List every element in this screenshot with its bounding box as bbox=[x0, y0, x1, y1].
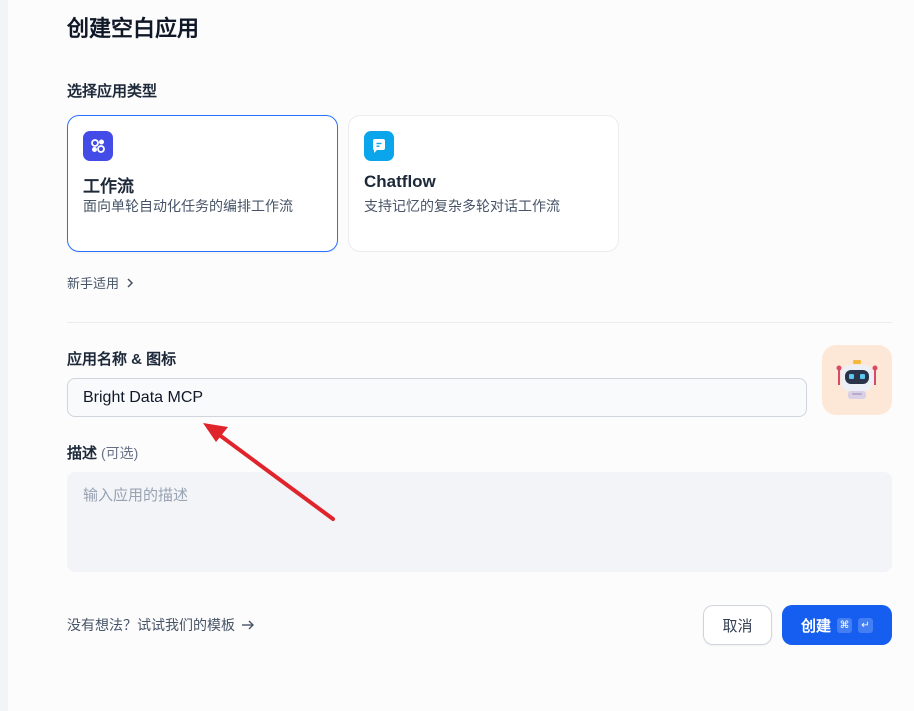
left-panel-edge bbox=[0, 0, 8, 711]
workflow-card-title: 工作流 bbox=[83, 177, 134, 196]
description-label: 描述 (可选) bbox=[67, 442, 138, 463]
beginner-link-label: 新手适用 bbox=[67, 276, 120, 291]
page-title: 创建空白应用 bbox=[67, 16, 200, 41]
create-button-label: 创建 bbox=[800, 617, 831, 635]
app-icon-picker[interactable] bbox=[822, 345, 892, 415]
template-link-label: 没有想法？试试我们的模板 bbox=[67, 617, 235, 633]
chat-bubble-icon bbox=[364, 131, 394, 161]
chatflow-card-title: Chatflow bbox=[364, 172, 436, 191]
section-divider bbox=[67, 322, 892, 323]
app-name-label: 应用名称 & 图标 bbox=[67, 351, 177, 368]
chevron-right-icon bbox=[127, 277, 134, 288]
command-key-icon: ⌘ bbox=[837, 617, 852, 633]
cancel-button[interactable]: 取消 bbox=[703, 605, 772, 645]
robot-icon bbox=[836, 360, 878, 399]
workflow-card-desc: 面向单轮自动化任务的编排工作流 bbox=[83, 198, 293, 214]
workflow-icon bbox=[83, 131, 113, 161]
arrow-right-icon bbox=[242, 620, 254, 630]
app-type-label: 选择应用类型 bbox=[67, 83, 158, 100]
description-label-text: 描述 bbox=[67, 445, 98, 462]
workflow-card[interactable]: 工作流 面向单轮自动化任务的编排工作流 bbox=[67, 115, 338, 252]
description-textarea[interactable] bbox=[67, 472, 892, 572]
optional-hint: (可选) bbox=[101, 445, 139, 461]
beginner-link[interactable]: 新手适用 bbox=[67, 273, 135, 292]
chatflow-card[interactable]: Chatflow 支持记忆的复杂多轮对话工作流 bbox=[348, 115, 619, 252]
chatflow-card-desc: 支持记忆的复杂多轮对话工作流 bbox=[364, 198, 560, 214]
create-button[interactable]: 创建 ⌘ ↵ bbox=[782, 605, 892, 645]
app-name-input[interactable] bbox=[67, 378, 807, 417]
template-link[interactable]: 没有想法？试试我们的模板 bbox=[67, 615, 255, 635]
enter-key-icon: ↵ bbox=[858, 617, 873, 633]
